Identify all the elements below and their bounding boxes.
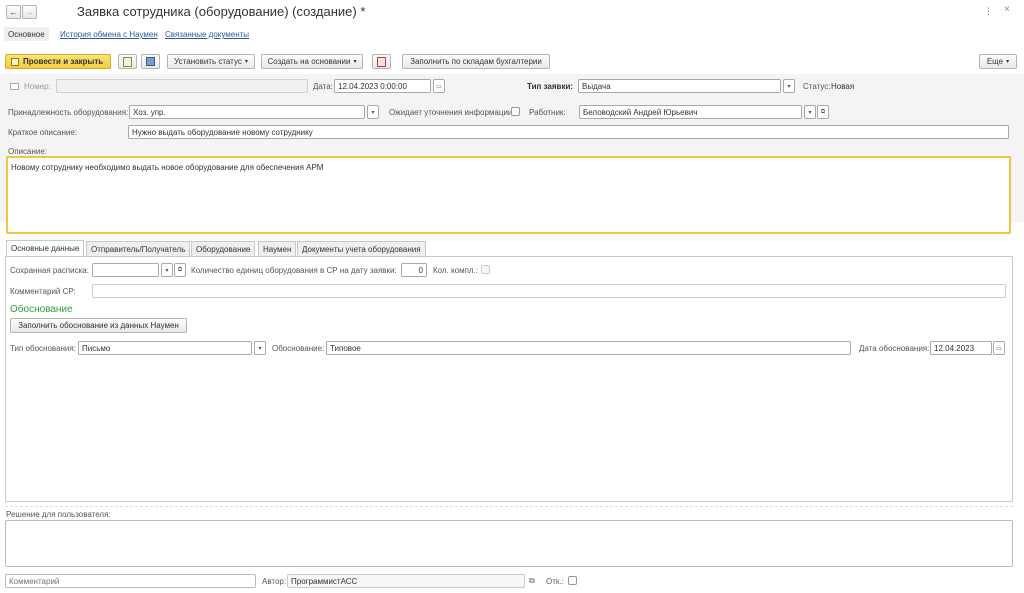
- qty-label: Количество единиц оборудования в СР на д…: [191, 266, 397, 275]
- save-icon: [146, 57, 155, 66]
- employee-label: Работник:: [529, 108, 566, 117]
- window-title: Заявка сотрудника (оборудование) (создан…: [77, 4, 366, 19]
- tab-basic-data[interactable]: Основные данные: [6, 240, 85, 256]
- receipt-field[interactable]: [92, 263, 159, 277]
- responsible-label: Отк.:: [546, 577, 564, 586]
- back-button[interactable]: ←: [6, 5, 21, 19]
- post-and-close-label: Провести и закрыть: [23, 57, 104, 66]
- chevron-down-icon: ▾: [353, 59, 357, 65]
- description-label: Описание:: [8, 147, 48, 156]
- ownership-field[interactable]: Хоз. упр.: [129, 105, 365, 119]
- comment-sr-field[interactable]: [92, 284, 1006, 298]
- decision-textarea[interactable]: [5, 520, 1013, 567]
- more-label: Еще: [986, 57, 1004, 66]
- qty-field[interactable]: 0: [401, 263, 427, 277]
- tab-naumen-history[interactable]: История обмена с Наумен: [60, 30, 158, 39]
- date-field[interactable]: 12.04.2023 0:00:00: [334, 79, 431, 93]
- create-based-on-label: Создать на основании: [267, 57, 351, 66]
- date-label: Дата:: [313, 82, 333, 91]
- create-based-on-button[interactable]: Создать на основании ▾: [261, 54, 363, 69]
- report-icon: [377, 56, 386, 67]
- author-label: Автор:: [262, 577, 287, 586]
- justification-field[interactable]: Типовое: [326, 341, 851, 355]
- report-button[interactable]: [372, 54, 391, 69]
- justification-date-label: Дата обоснования:: [859, 344, 930, 353]
- awaiting-info-checkbox[interactable]: [511, 107, 520, 116]
- number-field[interactable]: [56, 79, 308, 93]
- save-button[interactable]: [141, 54, 160, 69]
- awaiting-info-label: Ожидает уточнения информации:: [389, 108, 515, 117]
- set-status-button[interactable]: Установить статус ▾: [167, 54, 255, 69]
- kit-count-label: Кол. компл.:: [433, 266, 479, 275]
- more-options-icon[interactable]: ⋮: [984, 6, 993, 17]
- employee-field[interactable]: Беловодский Андрей Юрьевич: [579, 105, 802, 119]
- justification-label: Обоснование:: [272, 344, 325, 353]
- post-icon: [11, 57, 19, 66]
- tab-equipment-docs[interactable]: Документы учета оборудования: [297, 241, 426, 256]
- status-label: Статус:: [803, 82, 831, 91]
- decision-divider: [5, 506, 1013, 507]
- post-and-close-button[interactable]: Провести и закрыть: [5, 54, 111, 69]
- short-description-field[interactable]: Нужно выдать оборудование новому сотрудн…: [128, 125, 1009, 139]
- justification-heading: Обоснование: [10, 304, 73, 315]
- close-icon[interactable]: ×: [1004, 4, 1010, 15]
- tab-related-docs[interactable]: Связанные документы: [165, 30, 249, 39]
- chevron-down-icon: ▾: [1006, 59, 1010, 65]
- more-button[interactable]: Еще ▾: [979, 54, 1017, 69]
- ownership-label: Принадлежность оборудования:: [8, 108, 129, 117]
- chevron-down-icon[interactable]: ▾: [783, 79, 795, 93]
- request-type-field[interactable]: Выдача: [578, 79, 781, 93]
- open-link-icon[interactable]: ⧉: [529, 576, 535, 586]
- tab-main[interactable]: Основное: [4, 27, 49, 41]
- chevron-down-icon[interactable]: ▾: [161, 263, 173, 277]
- calendar-icon[interactable]: ▭: [433, 79, 445, 93]
- chevron-down-icon[interactable]: ▾: [367, 105, 379, 119]
- chevron-down-icon[interactable]: ▾: [804, 105, 816, 119]
- tab-equipment[interactable]: Оборудование: [191, 241, 256, 256]
- justification-type-label: Тип обоснования:: [10, 344, 76, 353]
- post-doc-icon: [123, 56, 132, 67]
- set-status-label: Установить статус: [174, 57, 242, 66]
- kit-count-checkbox[interactable]: [481, 265, 490, 274]
- request-type-label: Тип заявки:: [527, 82, 574, 91]
- status-value: Новая: [831, 82, 855, 91]
- comment-sr-label: Комментарий СР:: [10, 287, 76, 296]
- short-description-label: Краткое описание:: [8, 128, 78, 137]
- description-textarea[interactable]: Новому сотруднику необходимо выдать ново…: [6, 156, 1011, 234]
- fill-by-warehouses-button[interactable]: Заполнить по складам бухгалтерии: [402, 54, 550, 69]
- tab-naumen[interactable]: Наумен: [258, 241, 297, 256]
- open-link-icon[interactable]: ⧉: [174, 263, 186, 277]
- decision-label: Решение для пользователя:: [6, 510, 111, 519]
- author-field[interactable]: ПрограммистАСС: [287, 574, 525, 588]
- forward-button[interactable]: →: [22, 5, 37, 19]
- fill-justification-button[interactable]: Заполнить обоснование из данных Наумен: [10, 318, 187, 333]
- comment-field[interactable]: [5, 574, 256, 588]
- post-document-button[interactable]: [118, 54, 137, 69]
- tab-sender-receiver[interactable]: Отправитель/Получатель: [86, 241, 191, 256]
- justification-type-field[interactable]: Письмо: [78, 341, 252, 355]
- justification-date-field[interactable]: 12.04.2023: [930, 341, 992, 355]
- number-label: Номер:: [24, 82, 51, 91]
- chevron-down-icon[interactable]: ▾: [254, 341, 266, 355]
- open-link-icon[interactable]: ⧉: [817, 105, 829, 119]
- calendar-icon[interactable]: ▭: [993, 341, 1005, 355]
- tab-main-label: Основное: [8, 29, 45, 39]
- chevron-down-icon: ▾: [244, 59, 248, 65]
- receipt-label: Сохранная расписка:: [10, 266, 89, 275]
- document-icon: [10, 83, 19, 90]
- responsible-checkbox[interactable]: [568, 576, 577, 585]
